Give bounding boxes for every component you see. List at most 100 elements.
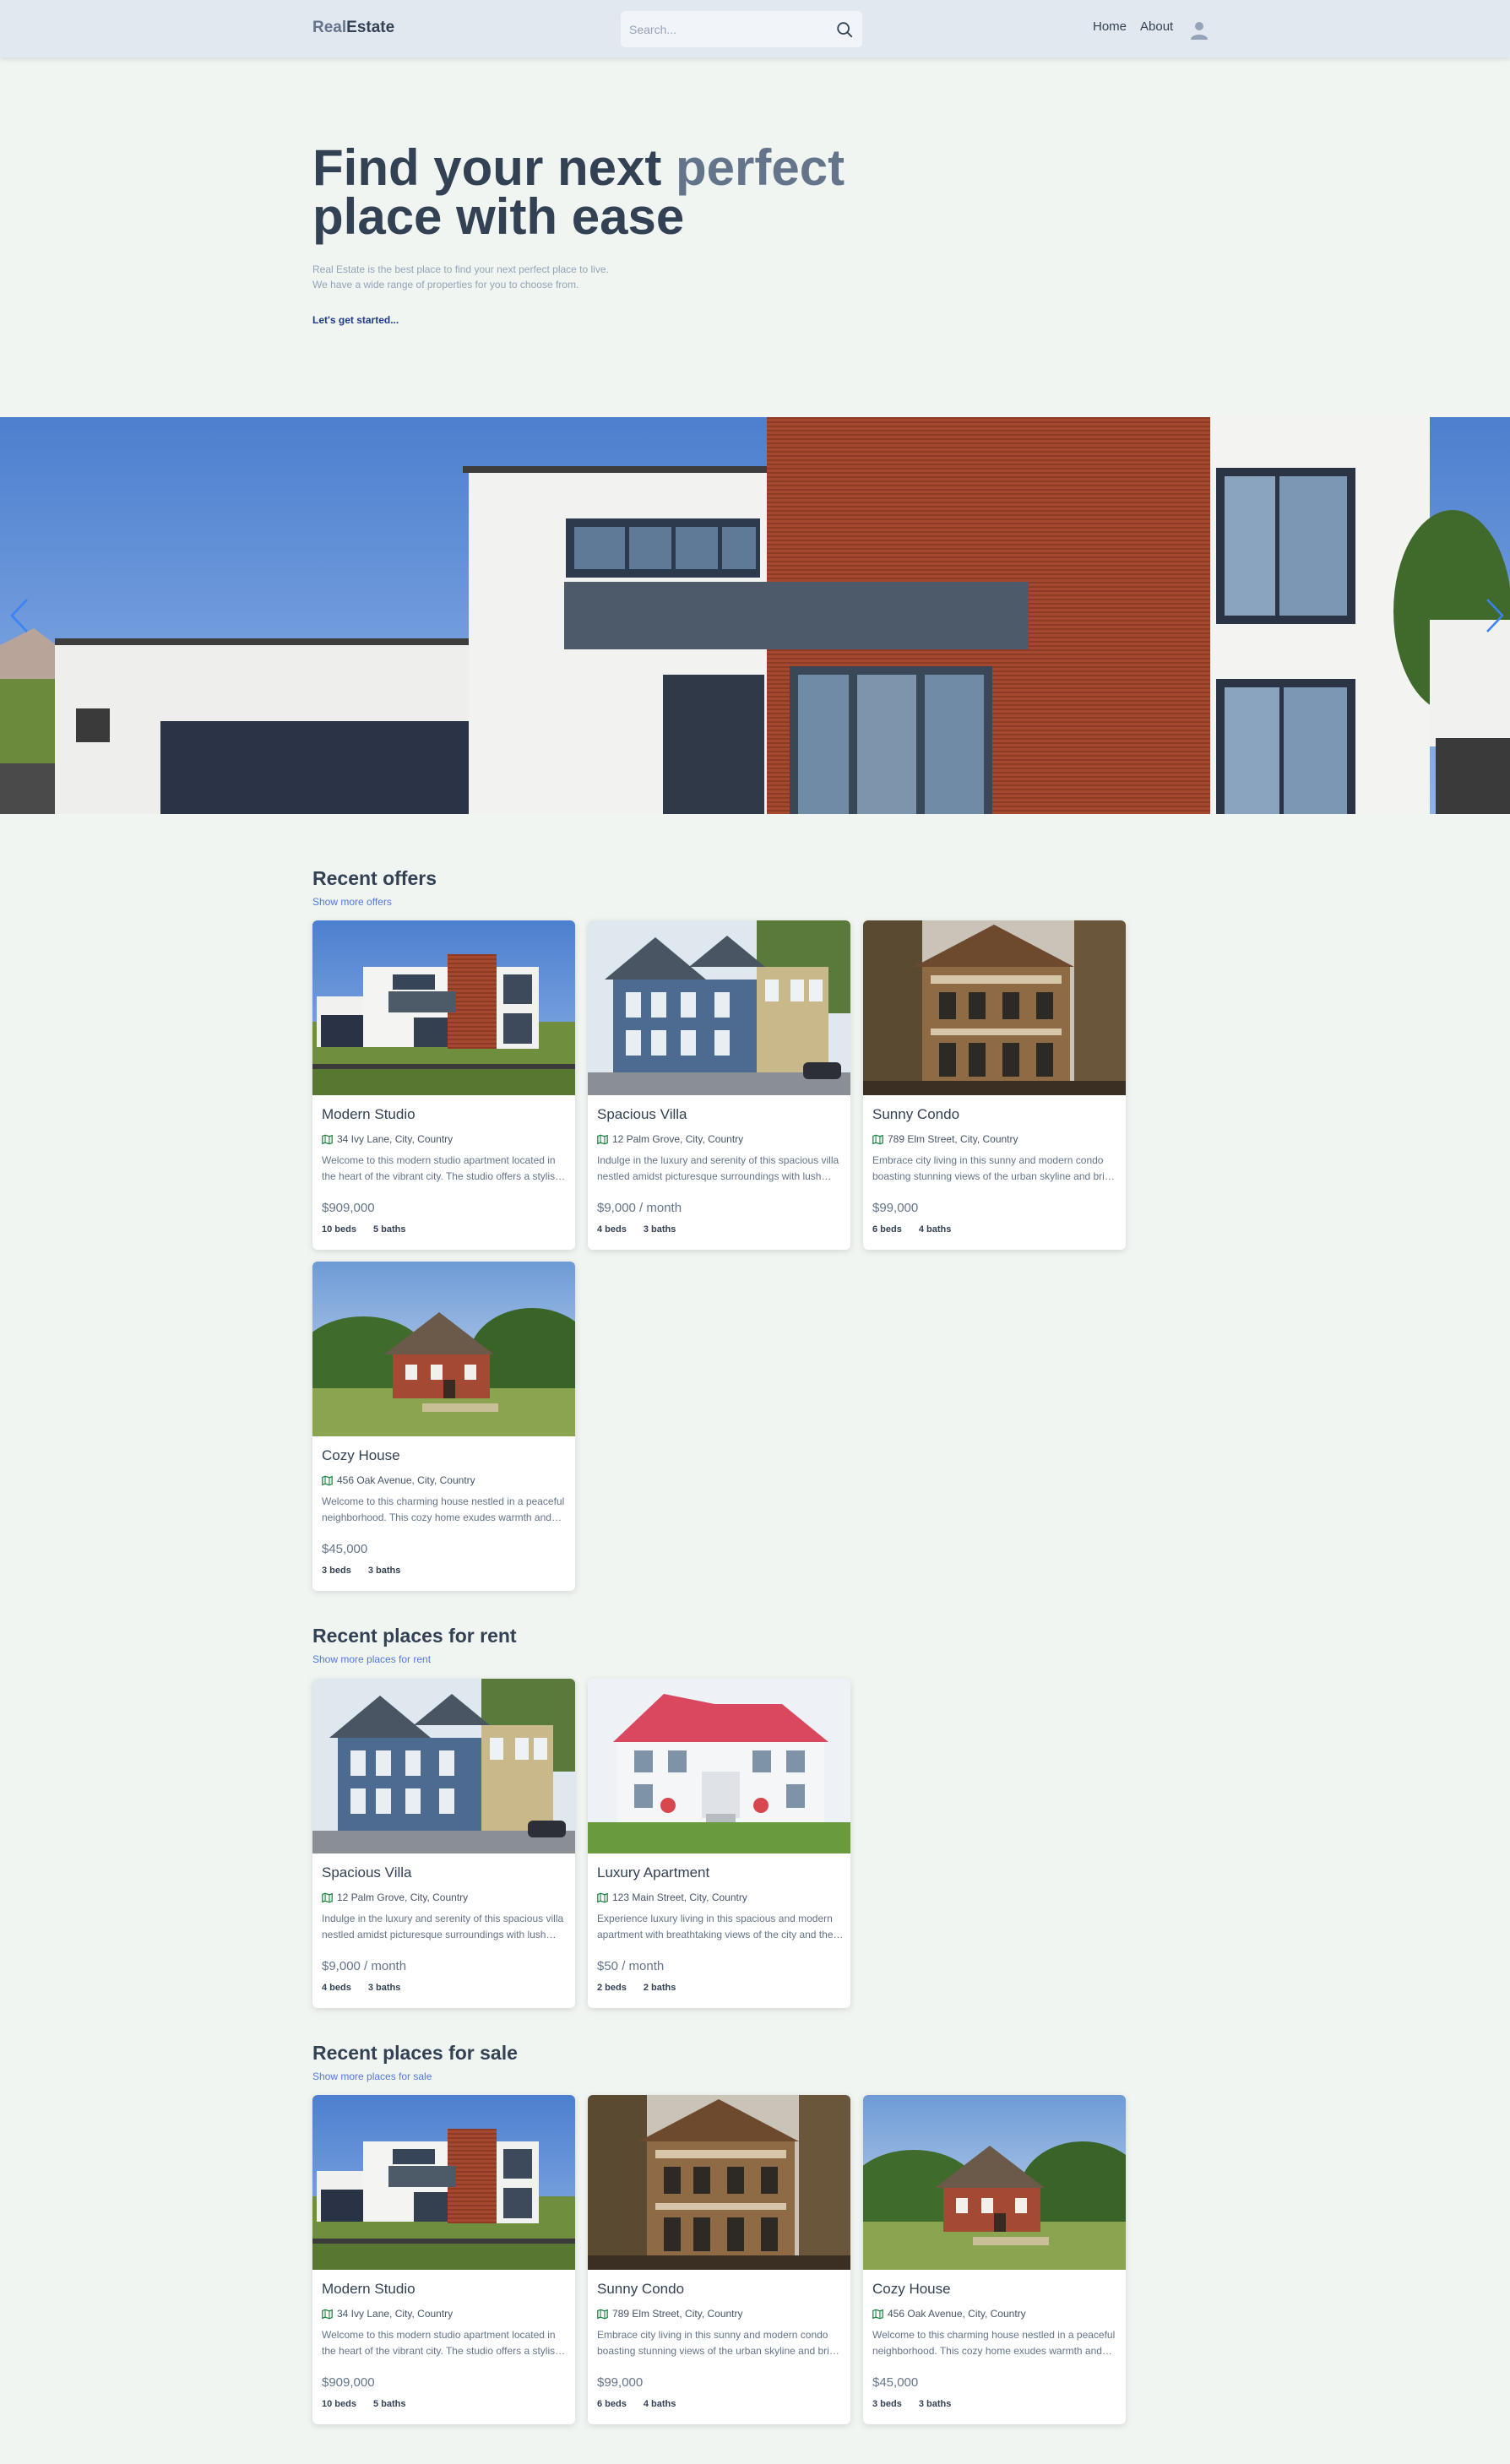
- listing-beds: 10 beds: [322, 1224, 356, 1235]
- nav-about-link[interactable]: About: [1140, 19, 1173, 34]
- recent-offers-title: Recent offers: [312, 867, 437, 889]
- listing-address: 456 Oak Avenue, City, Country: [872, 2308, 1026, 2320]
- listing-title: Spacious Villa: [597, 1106, 687, 1122]
- chevron-right-icon[interactable]: [1482, 596, 1507, 635]
- hero-subtitle: Real Estate is the best place to find yo…: [312, 262, 609, 292]
- listing-card-modern-studio[interactable]: Modern Studio 34 Ivy Lane, City, Country…: [312, 920, 575, 1250]
- hero-image-slider[interactable]: [0, 417, 1510, 814]
- listing-card-modern-studio[interactable]: Modern Studio 34 Ivy Lane, City, Country…: [312, 2095, 575, 2424]
- listing-address-text: 12 Palm Grove, City, Country: [337, 1891, 469, 1903]
- listing-photo: [588, 920, 850, 1095]
- hero-title: Find your next perfect place with ease: [312, 143, 904, 242]
- listing-beds: 2 beds: [597, 1983, 627, 1993]
- listing-title: Modern Studio: [322, 2281, 416, 2297]
- listing-description: Embrace city living in this sunny and mo…: [872, 1154, 1119, 1182]
- listing-title: Modern Studio: [322, 1106, 416, 1122]
- listing-price: $9,000 / month: [322, 1959, 407, 1973]
- listing-baths: 3 baths: [643, 1224, 676, 1235]
- map-icon: [597, 1892, 608, 1902]
- listing-description: Welcome to this charming house nestled i…: [322, 1495, 565, 1523]
- listing-photo: [312, 2095, 575, 2270]
- listing-address: 789 Elm Street, City, Country: [872, 1133, 1018, 1145]
- listing-card-cozy-house[interactable]: Cozy House 456 Oak Avenue, City, Country…: [312, 1262, 575, 1591]
- listing-description: Embrace city living in this sunny and mo…: [597, 2329, 844, 2357]
- listing-features: 10 beds 5 baths: [322, 2399, 405, 2409]
- listing-card-cozy-house[interactable]: Cozy House 456 Oak Avenue, City, Country…: [863, 2095, 1126, 2424]
- listing-price: $45,000: [322, 1542, 368, 1556]
- listing-baths: 5 baths: [372, 2399, 406, 2409]
- show-more-rent-link[interactable]: Show more places for rent: [312, 1653, 431, 1665]
- chevron-left-icon[interactable]: [7, 596, 32, 635]
- listing-card-sunny-condo[interactable]: Sunny Condo 789 Elm Street, City, Countr…: [588, 2095, 850, 2424]
- hero-title-highlight: perfect: [676, 139, 845, 196]
- listing-price: $909,000: [322, 1201, 375, 1215]
- listing-beds: 4 beds: [322, 1983, 351, 1993]
- listing-card-sunny-condo[interactable]: Sunny Condo 789 Elm Street, City, Countr…: [863, 920, 1126, 1250]
- map-icon: [322, 1475, 333, 1485]
- map-icon: [597, 2309, 608, 2319]
- search-bar: [621, 11, 862, 47]
- get-started-link[interactable]: Let's get started...: [312, 314, 399, 326]
- listing-beds: 3 beds: [322, 1566, 351, 1576]
- listing-address-text: 12 Palm Grove, City, Country: [612, 1133, 744, 1145]
- search-icon[interactable]: [835, 20, 854, 39]
- listing-title: Luxury Apartment: [597, 1864, 710, 1881]
- listing-description: Indulge in the luxury and serenity of th…: [597, 1154, 839, 1182]
- site-logo[interactable]: RealEstate: [312, 19, 394, 37]
- listing-price: $99,000: [872, 1201, 919, 1215]
- listing-address: 12 Palm Grove, City, Country: [597, 1133, 743, 1145]
- logo-text-estate: Estate: [346, 19, 395, 36]
- listing-photo: [863, 920, 1126, 1095]
- listing-features: 3 beds 3 baths: [872, 2399, 951, 2409]
- recent-sale-title: Recent places for sale: [312, 2042, 518, 2064]
- map-icon: [872, 1134, 883, 1144]
- listing-title: Spacious Villa: [322, 1864, 412, 1881]
- listing-baths: 4 baths: [643, 2399, 676, 2409]
- listing-address: 456 Oak Avenue, City, Country: [322, 1474, 475, 1486]
- hero-title-part1: Find your next: [312, 139, 676, 196]
- hero-subtitle-line1: Real Estate is the best place to find yo…: [312, 263, 609, 275]
- top-navbar: RealEstate Home About: [0, 0, 1510, 57]
- listing-address: 34 Ivy Lane, City, Country: [322, 1133, 453, 1145]
- listing-baths: 3 baths: [918, 2399, 952, 2409]
- listing-address-text: 789 Elm Street, City, Country: [612, 2308, 743, 2320]
- listing-address-text: 34 Ivy Lane, City, Country: [337, 1133, 454, 1145]
- listing-photo: [312, 920, 575, 1095]
- slider-house-image: [0, 417, 1510, 814]
- listing-description: Experience luxury living in this spaciou…: [597, 1913, 834, 1940]
- nav-home-link[interactable]: Home: [1093, 19, 1127, 34]
- listing-beds: 6 beds: [597, 2399, 627, 2409]
- listing-title: Sunny Condo: [597, 2281, 685, 2297]
- listing-address: 12 Palm Grove, City, Country: [322, 1891, 468, 1903]
- listing-card-luxury-apartment[interactable]: Luxury Apartment 123 Main Street, City, …: [588, 1679, 850, 2008]
- listing-features: 10 beds 5 baths: [322, 1224, 405, 1235]
- listing-features: 6 beds 4 baths: [872, 1224, 951, 1235]
- listing-title: Cozy House: [872, 2281, 951, 2297]
- show-more-sale-link[interactable]: Show more places for sale: [312, 2071, 432, 2082]
- listing-features: 2 beds 2 baths: [597, 1983, 676, 1993]
- listing-photo: [588, 2095, 850, 2270]
- recent-rent-title: Recent places for rent: [312, 1625, 517, 1647]
- map-icon: [872, 2309, 883, 2319]
- listing-features: 6 beds 4 baths: [597, 2399, 676, 2409]
- listing-price: $99,000: [597, 2375, 644, 2390]
- listing-address-text: 456 Oak Avenue, City, Country: [337, 1474, 475, 1486]
- listing-features: 4 beds 3 baths: [322, 1983, 400, 1993]
- listing-description: Welcome to this modern studio apartment …: [322, 1154, 561, 1182]
- listing-photo: [312, 1679, 575, 1853]
- listing-baths: 2 baths: [643, 1983, 676, 1993]
- listing-description: Welcome to this charming house nestled i…: [872, 2329, 1116, 2357]
- listing-address: 123 Main Street, City, Country: [597, 1891, 747, 1903]
- search-input[interactable]: [621, 11, 823, 47]
- show-more-offers-link[interactable]: Show more offers: [312, 896, 392, 908]
- listing-address-text: 123 Main Street, City, Country: [612, 1891, 747, 1903]
- listing-title: Sunny Condo: [872, 1106, 960, 1122]
- listing-photo: [863, 2095, 1126, 2270]
- listing-card-spacious-villa[interactable]: Spacious Villa 12 Palm Grove, City, Coun…: [312, 1679, 575, 2008]
- listing-price: $9,000 / month: [597, 1201, 682, 1215]
- user-avatar-icon[interactable]: [1187, 18, 1211, 41]
- listing-price: $45,000: [872, 2375, 919, 2390]
- map-icon: [322, 1134, 333, 1144]
- listing-card-spacious-villa[interactable]: Spacious Villa 12 Palm Grove, City, Coun…: [588, 920, 850, 1250]
- listing-beds: 10 beds: [322, 2399, 356, 2409]
